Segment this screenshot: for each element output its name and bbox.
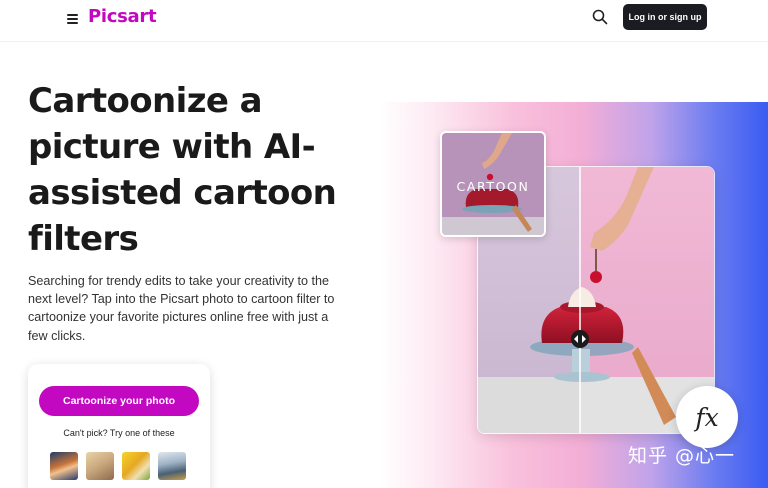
picsart-logo[interactable]: Picsart [88,6,157,27]
upload-card: Cartoonize your photo Can't pick? Try on… [28,364,210,488]
search-icon[interactable] [592,9,608,25]
menu-icon[interactable] [67,14,78,24]
fx-icon[interactable]: fx [676,386,738,448]
hero-description: Searching for trendy edits to take your … [28,274,335,343]
sample-thumbnails [50,452,186,480]
compare-slider-icon[interactable] [570,329,590,349]
cartoonize-button[interactable]: Cartoonize your photo [39,386,199,416]
sample-prompt: Can't pick? Try one of these [63,428,175,438]
sample-thumbnail[interactable] [50,452,78,480]
watermark: 知乎 @心一 [628,445,736,467]
sample-thumbnail[interactable] [86,452,114,480]
top-nav: Picsart Log in or sign up [0,0,768,42]
sample-thumbnail[interactable] [122,452,150,480]
login-button[interactable]: Log in or sign up [623,4,707,30]
cartoon-label: CARTOON [456,179,530,194]
sample-thumbnail[interactable] [158,452,186,480]
page-title: Cartoonize a picture with AI-assisted ca… [28,81,337,259]
cartoon-preview-card: CARTOON [440,131,546,237]
